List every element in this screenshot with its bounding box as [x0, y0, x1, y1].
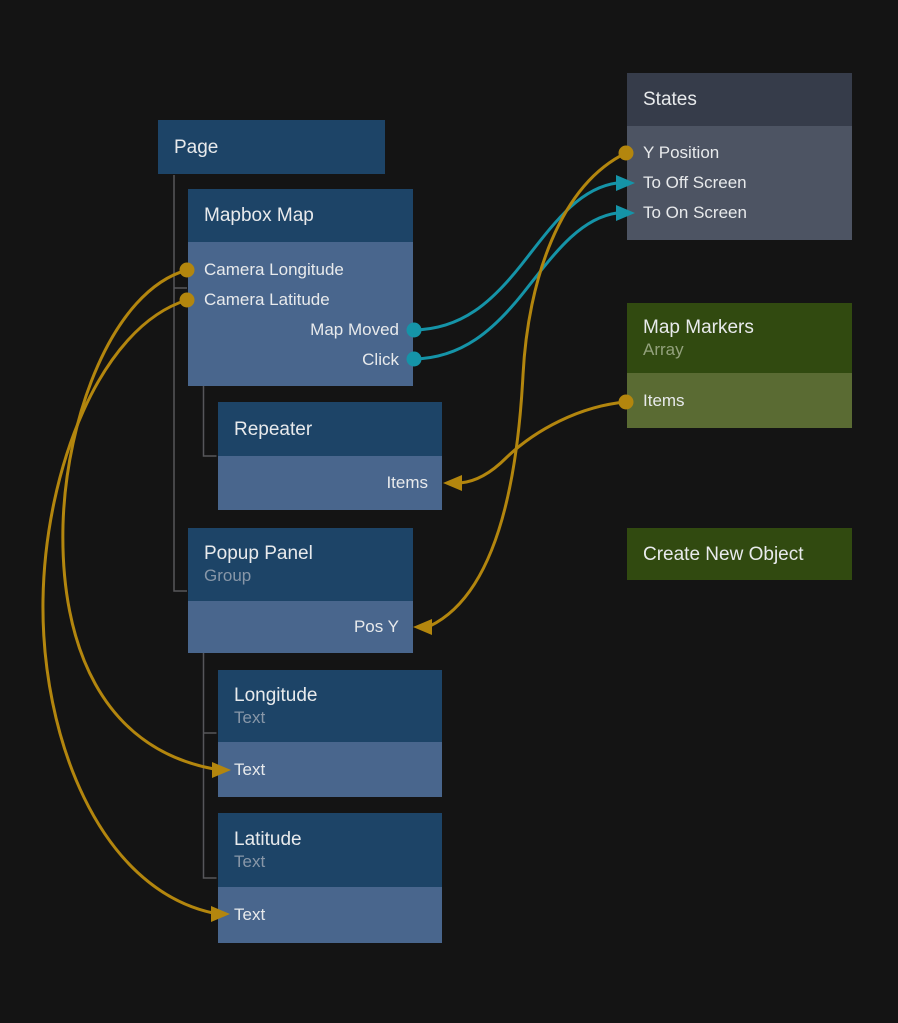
connections-layer: [0, 0, 898, 1023]
connection-camera-longitude-to-longitude-text[interactable]: [63, 270, 214, 769]
arrowhead-pos-y: [413, 619, 432, 635]
port-dot-camera-latitude[interactable]: [180, 293, 195, 308]
connection-click-to-on-screen[interactable]: [414, 213, 617, 359]
port-dot-camera-longitude[interactable]: [180, 263, 195, 278]
connection-y-position-to-pos-y[interactable]: [430, 153, 626, 626]
arrowhead-to-on-screen: [616, 205, 635, 221]
tree-line-page-children: [174, 175, 187, 591]
arrowhead-to-off-screen: [616, 175, 635, 191]
port-dot-click[interactable]: [407, 352, 422, 367]
arrowhead-repeater-items: [443, 475, 462, 491]
port-dot-y-position[interactable]: [619, 146, 634, 161]
port-dot-map-moved[interactable]: [407, 323, 422, 338]
node-editor-canvas[interactable]: Page Mapbox Map Camera Longitude Camera …: [0, 0, 898, 1023]
port-dot-map-markers-items[interactable]: [619, 395, 634, 410]
tree-line-mapbox-children: [204, 386, 217, 456]
arrowhead-latitude-text: [211, 906, 230, 922]
connection-map-moved-to-off-screen[interactable]: [414, 183, 617, 330]
arrowhead-longitude-text: [212, 762, 231, 778]
connection-map-markers-items-to-repeater-items[interactable]: [460, 402, 626, 483]
